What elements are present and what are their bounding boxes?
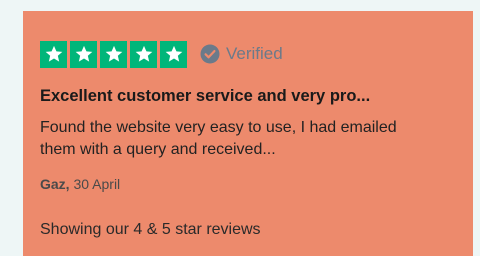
verified-badge: Verified — [200, 44, 283, 64]
review-title[interactable]: Excellent customer service and very pro.… — [40, 87, 465, 106]
star-icon — [100, 40, 127, 68]
reviews-filter-note: Showing our 4 & 5 star reviews — [40, 221, 261, 238]
review-date: 30 April — [73, 176, 121, 192]
star-icon — [130, 40, 157, 68]
review-author: Gaz, — [40, 176, 70, 192]
star-icon — [70, 40, 97, 68]
star-icon — [40, 40, 67, 68]
review-body: Found the website very easy to use, I ha… — [40, 119, 397, 158]
verified-label: Verified — [226, 44, 283, 63]
star-icon — [160, 40, 187, 68]
rating-row: Verified — [40, 40, 283, 68]
review-card[interactable]: Verified Excellent customer service and … — [23, 11, 473, 256]
star-rating — [40, 40, 187, 68]
verified-check-icon — [200, 44, 220, 64]
review-byline: Gaz, 30 April — [40, 176, 120, 192]
